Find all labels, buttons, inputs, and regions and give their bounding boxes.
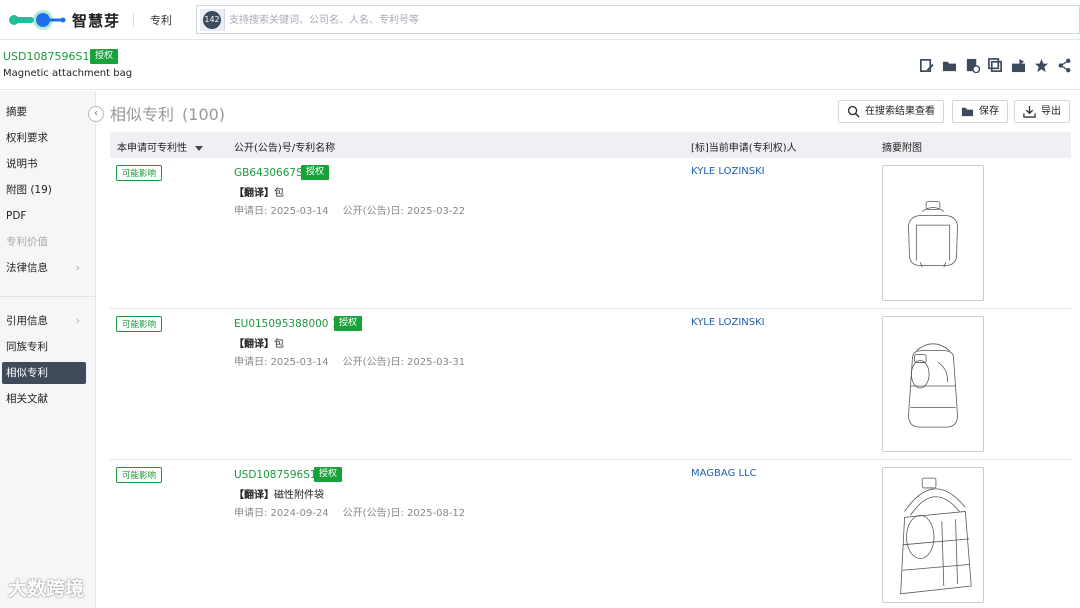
column-figure: 摘要附图 (882, 143, 922, 154)
table-row: 可能影响 EU015095388000 1S 授权 【翻译】包 申请日: 202… (110, 309, 1071, 460)
export-label: 导出 (1041, 106, 1061, 117)
watermark: 大数跨境 (8, 578, 85, 600)
sidebar-item-related-docs[interactable]: 相关文献 (0, 388, 88, 410)
section-title: 相似专利 (100) (110, 101, 225, 125)
assignee-link[interactable]: KYLE LOZINSKI (691, 166, 765, 177)
table-row: 可能影响 USD1087596S1 授权 【翻译】磁性附件袋 申请日: 2024… (110, 460, 1071, 608)
table-row: 可能影响 GB6430667S 授权 【翻译】包 申请日: 2025-03-14… (110, 158, 1071, 309)
patent-header: USD1087596S1 授权 Magnetic attachment bag (0, 41, 1080, 90)
abstract-figure[interactable] (882, 316, 984, 452)
status-badge: 授权 (301, 165, 330, 180)
impact-badge: 可能影响 (116, 316, 163, 332)
column-label: 本申请可专利性 (117, 143, 187, 154)
sidebar-item-abstract[interactable]: 摘要 (0, 101, 88, 123)
search-count: 142 (203, 11, 221, 29)
translate-tag: 【翻译】 (234, 188, 274, 199)
patent-name-text: 磁性附件袋 (274, 490, 324, 501)
application-date: 申请日: 2025-03-14 (234, 206, 329, 217)
column-patentability[interactable]: 本申请可专利性 (117, 139, 203, 154)
status-badge: 授权 (314, 467, 343, 482)
application-date: 申请日: 2024-09-24 (234, 508, 329, 519)
status-badge: 授权 (334, 316, 363, 331)
patent-name-text: 包 (274, 188, 284, 199)
search-input[interactable] (229, 9, 1069, 31)
view-in-results-label: 在搜索结果查看 (865, 106, 935, 117)
inbox-share-icon[interactable] (1011, 58, 1026, 73)
search-box: 142 (196, 5, 1080, 34)
edit-note-icon[interactable] (919, 58, 934, 73)
sidebar-item-citations[interactable]: 引用信息 › (0, 310, 88, 332)
folder-icon[interactable] (942, 58, 957, 73)
table-header: 本申请可专利性 公开(公告)号/专利名称 [标]当前申请(专利权)人 摘要附图 (110, 132, 1071, 158)
sidebar-item-label: 引用信息 (6, 315, 48, 327)
sidebar-item-label: 法律信息 (6, 262, 48, 274)
patent-dates: 申请日: 2025-03-14 公开(公告)日: 2025-03-22 (234, 202, 465, 217)
publication-date: 公开(公告)日: 2025-03-22 (342, 206, 466, 217)
folder-icon (961, 105, 974, 118)
top-bar: 智慧芽 专利 142 (0, 0, 1080, 40)
save-label: 保存 (979, 106, 999, 117)
application-date: 申请日: 2025-03-14 (234, 357, 329, 368)
search-icon (847, 105, 860, 118)
patent-number-link[interactable]: EU015095388000 1S (234, 318, 345, 330)
patent-title: Magnetic attachment bag (3, 68, 133, 79)
tab-patent[interactable]: 专利 (150, 12, 172, 28)
sidebar-item-figures[interactable]: 附图 (19) (0, 179, 88, 201)
document-settings-icon[interactable] (965, 58, 981, 74)
bag-drawing-icon (900, 477, 972, 595)
sidebar-item-value: 专利价值 (6, 236, 48, 248)
column-number-name: 公开(公告)号/专利名称 (234, 143, 336, 154)
patent-dates: 申请日: 2024-09-24 公开(公告)日: 2025-08-12 (234, 504, 465, 519)
top-divider (133, 13, 134, 27)
copy-icon[interactable] (988, 58, 1003, 73)
patent-number-link[interactable]: GB6430667S (234, 167, 303, 179)
publication-date: 公开(公告)日: 2025-03-31 (342, 357, 466, 368)
patent-name: 【翻译】包 (234, 184, 284, 199)
section-title-text: 相似专利 (110, 105, 175, 124)
sidebar-item-similar[interactable]: 相似专利 (2, 362, 86, 384)
sidebar-item-legal[interactable]: 法律信息 › (0, 257, 88, 279)
patent-name: 【翻译】包 (234, 335, 284, 350)
abstract-figure[interactable] (882, 467, 984, 603)
patent-id: USD1087596S1 (3, 50, 90, 63)
translate-tag: 【翻译】 (234, 490, 274, 501)
column-assignee: [标]当前申请(专利权)人 (691, 143, 797, 154)
sidebar-divider (0, 296, 96, 297)
app-logo[interactable]: 智慧芽 (8, 8, 120, 32)
download-icon (1023, 105, 1036, 118)
assignee-link[interactable]: KYLE LOZINSKI (691, 317, 765, 328)
view-in-results-button[interactable]: 在搜索结果查看 (838, 100, 944, 123)
bag-drawing-icon (908, 343, 958, 428)
search-count-badge[interactable]: 142 (200, 9, 225, 31)
patent-number-link[interactable]: USD1087596S1 (234, 469, 317, 481)
abstract-figure[interactable] (882, 165, 984, 301)
chevron-right-icon: › (75, 314, 80, 327)
main-content: 相似专利 (100) 在搜索结果查看 保存 导出 本申请可专利性 公开(公告)号/… (96, 91, 1080, 608)
save-button[interactable]: 保存 (952, 100, 1008, 123)
sidebar-item-pdf[interactable]: PDF (0, 205, 88, 227)
assignee-link[interactable]: MAGBAG LLC (691, 468, 757, 479)
sidebar-item-description[interactable]: 说明书 (0, 153, 88, 175)
share-icon[interactable] (1057, 58, 1072, 73)
patent-name-text: 包 (274, 339, 284, 350)
star-icon[interactable] (1034, 58, 1049, 73)
logo-icon (8, 9, 66, 31)
export-button[interactable]: 导出 (1014, 100, 1070, 123)
caret-down-icon[interactable] (195, 145, 203, 151)
sidebar: 摘要 权利要求 说明书 附图 (19) PDF 专利价值 法律信息 › 引用信息… (0, 91, 96, 608)
impact-badge: 可能影响 (116, 467, 163, 483)
status-badge: 授权 (90, 49, 119, 64)
header-toolbar (919, 58, 1072, 74)
patent-name: 【翻译】磁性附件袋 (234, 486, 324, 501)
sidebar-item-claims[interactable]: 权利要求 (0, 127, 88, 149)
impact-badge: 可能影响 (116, 165, 163, 181)
section-count: (100) (182, 105, 226, 124)
publication-date: 公开(公告)日: 2025-08-12 (342, 508, 466, 519)
sidebar-item-family[interactable]: 同族专利 (0, 336, 88, 358)
chevron-right-icon: › (75, 261, 80, 274)
app-name: 智慧芽 (72, 11, 121, 30)
patent-dates: 申请日: 2025-03-14 公开(公告)日: 2025-03-31 (234, 353, 465, 368)
bag-drawing-icon (908, 201, 958, 268)
translate-tag: 【翻译】 (234, 339, 274, 350)
